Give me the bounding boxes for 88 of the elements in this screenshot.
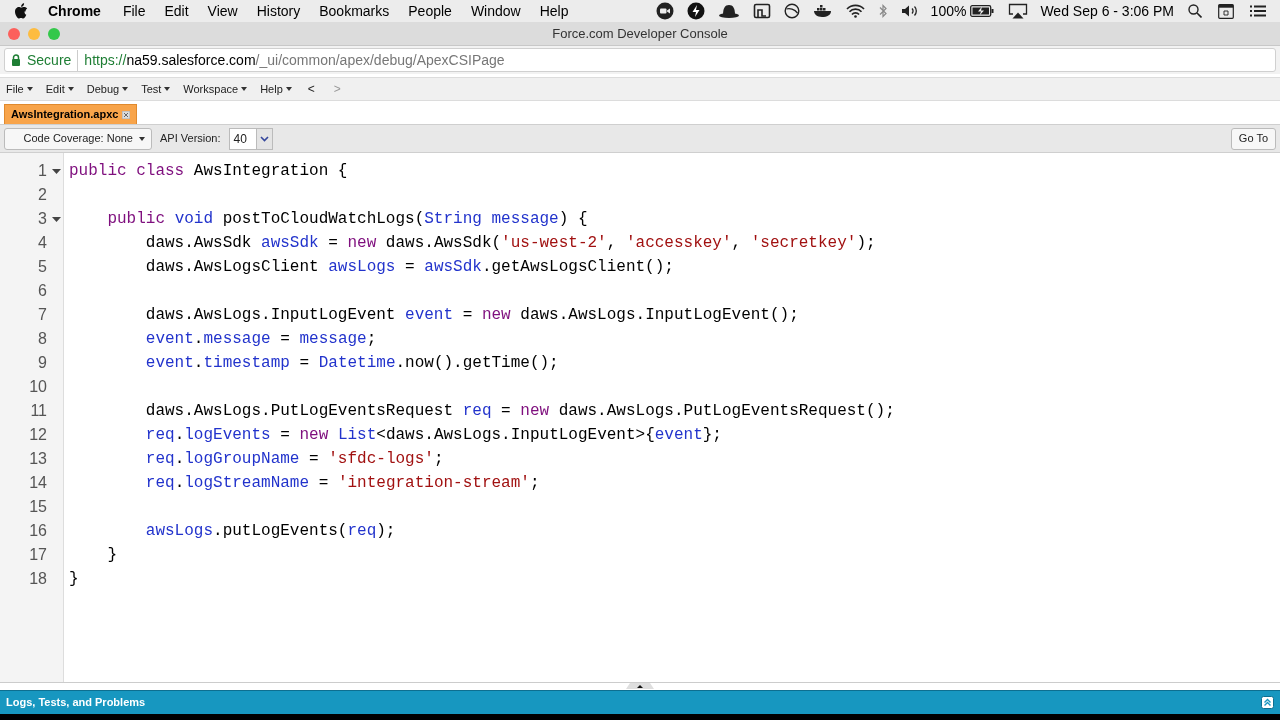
caret-icon: [67, 87, 74, 91]
code-line: daws.AwsLogs.InputLogEvent event = new daws.AwsLogs.InputLogEvent();: [144, 305, 799, 326]
nav-button[interactable]: <: [304, 80, 318, 98]
code-line: daws.AwsLogsClient awsLogs = awsSdk.getAwsLogsClient();: [144, 257, 674, 278]
line-number: 9: [38, 353, 47, 373]
address-bar[interactable]: Secure https://na59.salesforce.com/_ui/common/apex/debug/ApexCSIPage: [4, 48, 1276, 72]
battery-charging-icon[interactable]: [970, 5, 995, 17]
fold-arrow-icon[interactable]: [51, 168, 61, 174]
url-text: https://na59.salesforce.com/_ui/common/apex/debug/ApexCSIPage: [84, 50, 505, 70]
expand-panel-icon[interactable]: [1261, 696, 1274, 709]
menu-item[interactable]: Debug: [86, 80, 129, 98]
caret-icon: [285, 87, 292, 91]
wifi-icon[interactable]: [845, 4, 865, 18]
code-line: public class AwsIntegration {: [69, 161, 348, 182]
code-line: }: [106, 545, 117, 566]
menu-item[interactable]: Test: [141, 80, 171, 98]
line-number: 8: [38, 329, 47, 349]
code-line: req.logEvents = new List<daws.AwsLogs.InputLogEvent>{event};: [144, 425, 722, 446]
code-line: daws.AwsSdk awsSdk = new daws.AwsSdk('us-west-2', 'accesskey', 'secretkey');: [144, 233, 876, 254]
line-number: 14: [29, 473, 47, 493]
list-icon[interactable]: [1250, 5, 1266, 17]
line-number: 6: [38, 281, 47, 301]
code-line: event.timestamp = Datetime.now().getTime();: [144, 353, 559, 374]
caret-icon: [122, 87, 129, 91]
menu-item[interactable]: Workspace: [183, 80, 248, 98]
go-to-button[interactable]: Go To: [1230, 127, 1276, 150]
line-number: 2: [38, 185, 47, 205]
line-number: 7: [38, 305, 47, 325]
code-line: public void postToCloudWatchLogs(String message) {: [106, 209, 588, 230]
line-number: 15: [29, 497, 47, 517]
app-menu[interactable]: Chrome: [48, 0, 101, 22]
line-number: 11: [30, 401, 47, 421]
clock[interactable]: Wed Sep 6 - 3:06 PM: [1040, 0, 1174, 22]
code-line: req.logGroupName = 'sfdc-logs';: [144, 449, 444, 470]
menu-item[interactable]: File: [6, 80, 33, 98]
close-icon[interactable]: [122, 110, 131, 119]
hat-icon[interactable]: [717, 3, 740, 19]
chevron-down-icon: [259, 135, 269, 142]
code-line: daws.AwsLogs.PutLogEventsRequest req = new daws.AwsLogs.PutLogEventsRequest();: [144, 401, 895, 422]
line-number: 10: [29, 377, 47, 397]
line-number: 4: [38, 233, 47, 253]
api-version-label: API Version:: [160, 131, 221, 147]
caret-icon: [241, 87, 248, 91]
secure-label: Secure: [27, 49, 79, 71]
lock-icon: [11, 54, 21, 66]
editor-tab[interactable]: AwsIntegration.apxc: [4, 104, 138, 124]
menu-item[interactable]: Window: [470, 0, 521, 22]
airplay-icon[interactable]: [1008, 3, 1029, 19]
line-number: 12: [29, 425, 47, 445]
line-number: 17: [29, 545, 47, 565]
menu-item[interactable]: File: [122, 0, 146, 22]
window-title: Force.com Developer Console: [552, 24, 728, 43]
menu-item[interactable]: View: [207, 0, 238, 22]
line-number: 18: [29, 569, 47, 589]
code-line: }: [69, 569, 79, 590]
search-icon[interactable]: [1188, 4, 1202, 18]
circle-icon[interactable]: [783, 3, 800, 19]
line-number: 5: [38, 257, 47, 277]
menu-item[interactable]: History: [256, 0, 301, 22]
menu-item[interactable]: Edit: [164, 0, 189, 22]
code-line: event.message = message;: [144, 329, 377, 350]
apple-logo-icon[interactable]: [14, 3, 28, 19]
line-number: 16: [29, 521, 47, 541]
line-number: 3: [38, 209, 47, 229]
caret-icon: [164, 87, 171, 91]
code-line: req.logStreamName = 'integration-stream';: [144, 473, 540, 494]
menu-item[interactable]: Help: [260, 80, 292, 98]
camera-icon[interactable]: [655, 2, 674, 20]
menu-item[interactable]: People: [408, 0, 452, 22]
keyboard-shortcut-icon[interactable]: [1218, 3, 1234, 19]
volume-icon[interactable]: [900, 4, 919, 18]
code-coverage-dropdown[interactable]: Code Coverage: None: [4, 127, 152, 150]
fold-arrow-icon[interactable]: [51, 216, 61, 222]
line-number: 1: [38, 161, 47, 181]
menu-item[interactable]: Help: [539, 0, 569, 22]
battery-percentage: 100%: [930, 1, 967, 21]
menu-item[interactable]: Bookmarks: [319, 0, 390, 22]
window-app-icon[interactable]: [752, 2, 771, 20]
whale-icon[interactable]: [812, 3, 833, 19]
line-number: 13: [29, 449, 47, 469]
menu-item[interactable]: Edit: [45, 80, 74, 98]
lightning-bolt-icon[interactable]: [686, 2, 705, 20]
panel-title: Logs, Tests, and Problems: [6, 695, 147, 711]
code-line: awsLogs.putLogEvents(req);: [144, 521, 396, 542]
api-version-select[interactable]: 40: [228, 127, 273, 150]
caret-icon: [26, 87, 33, 91]
caret-icon: [139, 136, 145, 141]
bluetooth-icon[interactable]: [877, 3, 888, 19]
